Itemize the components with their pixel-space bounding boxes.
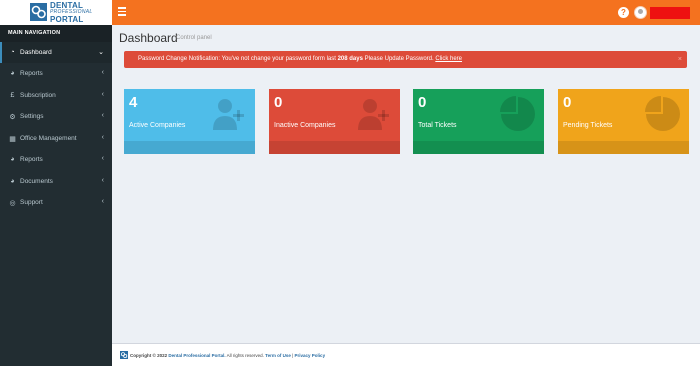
stat-footer[interactable] bbox=[558, 141, 689, 154]
sidebar-item-label: Support bbox=[20, 199, 43, 206]
footer-text: Copyright © 2022 Dental Professional Por… bbox=[130, 353, 325, 358]
footer-rights: All rights reserved. bbox=[226, 353, 264, 358]
page-subtitle: Control panel bbox=[176, 35, 212, 41]
user-add-icon bbox=[213, 99, 244, 130]
sidebar-item-reports[interactable]: ◕ Reports ‹ bbox=[0, 63, 112, 84]
page-title: Dashboard bbox=[119, 31, 178, 45]
sidebar-item-label: Reports bbox=[20, 70, 43, 77]
stat-footer[interactable] bbox=[124, 141, 255, 154]
help-icon[interactable]: ? bbox=[618, 7, 629, 18]
logo-text: DENTAL PROFESSIONAL PORTAL bbox=[50, 1, 110, 24]
stat-box-active-companies[interactable]: 4 Active Companies bbox=[124, 89, 255, 154]
stat-label: Active Companies bbox=[129, 122, 186, 129]
chevron-left-icon: ‹ bbox=[101, 177, 104, 184]
pound-icon: £ bbox=[10, 92, 15, 99]
sidebar-item-support[interactable]: ◎ Support ‹ bbox=[0, 192, 112, 213]
user-add-icon bbox=[358, 99, 389, 130]
stat-label: Inactive Companies bbox=[274, 122, 336, 129]
user-avatar[interactable] bbox=[634, 6, 647, 19]
sidebar-item-label: Dashboard bbox=[20, 49, 52, 56]
footer-copyright: Copyright © 2022 bbox=[130, 353, 168, 358]
sidebar: MAIN NAVIGATION ◔ Dashboard ⌄ ◕ Reports … bbox=[0, 25, 112, 366]
alert-text-after: Please Update Password. bbox=[362, 56, 436, 62]
chevron-left-icon: ‹ bbox=[101, 69, 104, 76]
pie-chart-icon: ◕ bbox=[10, 70, 15, 77]
logo-icon bbox=[30, 3, 47, 21]
pie-chart-icon bbox=[500, 96, 535, 131]
footer-privacy-link[interactable]: Privacy Policy bbox=[295, 353, 326, 358]
logo-line-3: PORTAL bbox=[50, 15, 84, 24]
stat-footer[interactable] bbox=[413, 141, 544, 154]
sidebar-item-dashboard[interactable]: ◔ Dashboard ⌄ bbox=[0, 42, 112, 63]
alert-text: Password Change Notification: You've not… bbox=[138, 56, 338, 62]
footer-terms-link[interactable]: Term of Use bbox=[265, 353, 291, 358]
pie-chart-icon bbox=[645, 96, 680, 131]
sidebar-item-subscription[interactable]: £ Subscription ‹ bbox=[0, 85, 112, 106]
chevron-left-icon: ‹ bbox=[101, 91, 104, 98]
chevron-down-icon: ⌄ bbox=[98, 49, 104, 56]
sidebar-item-reports-2[interactable]: ◕ Reports ‹ bbox=[0, 149, 112, 170]
close-icon[interactable]: × bbox=[678, 51, 682, 68]
building-icon: ▦ bbox=[9, 135, 16, 143]
sidebar-header: MAIN NAVIGATION bbox=[0, 25, 112, 42]
top-navbar: DENTAL PROFESSIONAL PORTAL ? bbox=[0, 0, 700, 25]
stat-footer[interactable] bbox=[269, 141, 400, 154]
stat-box-pending-tickets[interactable]: 0 Pending Tickets bbox=[558, 89, 689, 154]
dashboard-icon: ◔ bbox=[10, 49, 15, 56]
stat-label: Total Tickets bbox=[418, 122, 457, 129]
stat-value: 0 bbox=[418, 94, 427, 111]
brand-logo[interactable]: DENTAL PROFESSIONAL PORTAL bbox=[0, 0, 112, 25]
stat-box-inactive-companies[interactable]: 0 Inactive Companies bbox=[269, 89, 400, 154]
sidebar-toggle-icon[interactable] bbox=[118, 7, 126, 17]
stat-label: Pending Tickets bbox=[563, 122, 613, 129]
stat-box-total-tickets[interactable]: 0 Total Tickets bbox=[413, 89, 544, 154]
alert-days: 208 days bbox=[337, 56, 363, 62]
alert-link[interactable]: Click here bbox=[435, 56, 462, 62]
stat-value: 0 bbox=[274, 94, 283, 111]
chevron-left-icon: ‹ bbox=[101, 134, 104, 141]
page-footer: Copyright © 2022 Dental Professional Por… bbox=[112, 343, 700, 366]
logo-icon bbox=[120, 351, 128, 359]
stat-value: 0 bbox=[563, 94, 572, 111]
pie-chart-icon: ◕ bbox=[10, 156, 15, 163]
sidebar-item-label: Office Management bbox=[20, 135, 77, 142]
sidebar-item-label: Documents bbox=[20, 178, 53, 185]
sidebar-item-settings[interactable]: ⚙ Settings ‹ bbox=[0, 106, 112, 127]
sidebar-item-label: Reports bbox=[20, 156, 43, 163]
sidebar-item-label: Subscription bbox=[20, 92, 56, 99]
chevron-left-icon: ‹ bbox=[101, 112, 104, 119]
logo-line-1: DENTAL bbox=[50, 1, 84, 10]
stat-value: 4 bbox=[129, 94, 138, 111]
sidebar-item-documents[interactable]: ◕ Documents ‹ bbox=[0, 171, 112, 192]
user-name-redacted[interactable] bbox=[650, 7, 690, 19]
chevron-left-icon: ‹ bbox=[101, 155, 104, 162]
password-alert: Password Change Notification: You've not… bbox=[124, 51, 687, 68]
life-ring-icon: ◎ bbox=[9, 199, 16, 207]
chevron-left-icon: ‹ bbox=[101, 198, 104, 205]
pie-chart-icon: ◕ bbox=[10, 178, 15, 185]
sidebar-item-label: Settings bbox=[20, 113, 44, 120]
footer-separator: | bbox=[292, 353, 294, 358]
sidebar-item-office-management[interactable]: ▦ Office Management ‹ bbox=[0, 128, 112, 149]
footer-company-link[interactable]: Dental Professional Portal. bbox=[168, 353, 225, 358]
gear-icon: ⚙ bbox=[9, 113, 16, 121]
